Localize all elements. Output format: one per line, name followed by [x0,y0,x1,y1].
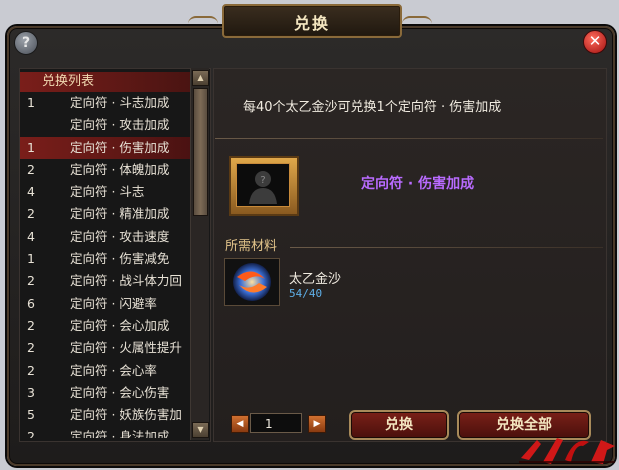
material-name: 太乙金沙 [289,272,342,287]
list-scrollbar[interactable]: ▲ ▼ [190,68,209,440]
list-item-count: 4 [27,184,35,200]
list-item[interactable]: 4 定向符 · 攻击速度 [20,226,190,248]
quantity-input[interactable]: 1 [250,413,302,433]
list-item-count: 2 [27,429,35,438]
list-item-name: 定向符 · 伤害减免 [70,251,170,267]
list-item-count: 2 [27,273,35,289]
list-item-count: 4 [27,228,35,244]
taiyi-jinsha-icon[interactable] [224,258,280,306]
list-item-name: 定向符 · 会心伤害 [70,384,170,400]
materials-label: 所需材料 [225,239,278,254]
list-item-count: 2 [27,340,35,356]
list-item[interactable]: 1 定向符 · 伤害减免 [20,248,190,270]
list-item-selected[interactable]: 1 定向符 · 伤害加成 [20,136,190,159]
list-item-name: 定向符 · 战斗体力回 [70,273,182,289]
list-item-name: 定向符 · 身法加成 [70,429,170,438]
exchange-list-header: 兑换列表 [20,72,190,92]
title-ornament-right [402,16,432,30]
reward-item-name: 定向符 · 伤害加成 [361,176,475,192]
list-item[interactable]: 2 定向符 · 战斗体力回 [20,270,190,292]
window-title: 兑换 [293,14,330,33]
list-item-name: 定向符 · 斗志加成 [70,95,170,110]
list-item[interactable]: 定向符 · 攻击加成 [20,114,190,136]
decrease-icon[interactable]: ◀ [231,415,249,433]
list-item[interactable]: 2 定向符 · 火属性提升 [20,337,190,359]
list-item[interactable]: 3 定向符 · 会心伤害 [20,382,190,404]
list-item-name: 定向符 · 体魄加成 [70,161,170,177]
list-item[interactable]: 1 定向符 · 斗志加成 [20,92,190,114]
exchange-rate-text: 每40个太乙金沙可兑换1个定向符 · 伤害加成 [243,100,502,115]
list-item-count: 2 [27,206,35,222]
list-item-name: 定向符 · 攻击速度 [70,228,170,244]
help-icon[interactable]: ? [14,31,38,55]
list-item-name: 定向符 · 火属性提升 [70,340,182,356]
list-item-name: 定向符 · 精准加成 [70,206,170,222]
list-item-name: 定向符 · 伤害加成 [70,139,170,155]
list-item-name: 定向符 · 妖族伤害加 [70,407,182,423]
list-item[interactable]: 2 定向符 · 精准加成 [20,203,190,225]
svg-text:?: ? [260,175,265,186]
list-item-count: 1 [27,251,35,267]
list-item-count: 2 [27,161,35,177]
list-item-count: 6 [27,295,35,311]
list-item[interactable]: 6 定向符 · 闪避率 [20,293,190,315]
list-item[interactable]: 2 定向符 · 会心加成 [20,315,190,337]
list-item-count: 2 [27,317,35,333]
scroll-thumb[interactable] [193,88,208,216]
list-item-count: 1 [27,95,35,110]
increase-icon[interactable]: ▶ [308,415,326,433]
list-item-name: 定向符 · 闪避率 [70,295,157,311]
list-item[interactable]: 4 定向符 · 斗志 [20,181,190,203]
title-ornament-left [188,16,218,30]
scroll-up-icon[interactable]: ▲ [192,70,209,86]
scroll-down-icon[interactable]: ▼ [192,422,209,438]
material-count: 54/40 [289,287,323,300]
silhouette-icon: ? [236,163,290,207]
close-icon[interactable]: ✕ [583,30,607,54]
exchange-list: 1 定向符 · 斗志加成 定向符 · 攻击加成 1 定向符 · 伤害加成 2 定向符 … [20,92,190,438]
title-plate: 兑换 [188,4,432,38]
detail-panel [213,68,607,442]
list-item-name: 定向符 · 会心率 [70,362,157,378]
reward-item-slot[interactable]: ? [229,156,299,216]
list-item[interactable]: 2 定向符 · 身法加成 [20,426,190,438]
list-item-count: 3 [27,384,35,400]
list-item-name: 定向符 · 会心加成 [70,317,170,333]
list-item[interactable]: 2 定向符 · 体魄加成 [20,159,190,181]
divider [290,247,603,248]
list-item-name: 定向符 · 斗志 [70,184,145,200]
list-item-count: 2 [27,362,35,378]
list-item-count: 1 [27,139,35,155]
list-item-name: 定向符 · 攻击加成 [70,117,170,133]
list-item[interactable]: 5 定向符 · 妖族伤害加 [20,404,190,426]
list-item-count: 5 [27,407,35,423]
game-logo [517,432,617,466]
list-item[interactable]: 2 定向符 · 会心率 [20,360,190,382]
divider [215,138,603,139]
exchange-button[interactable]: 兑换 [349,410,449,440]
